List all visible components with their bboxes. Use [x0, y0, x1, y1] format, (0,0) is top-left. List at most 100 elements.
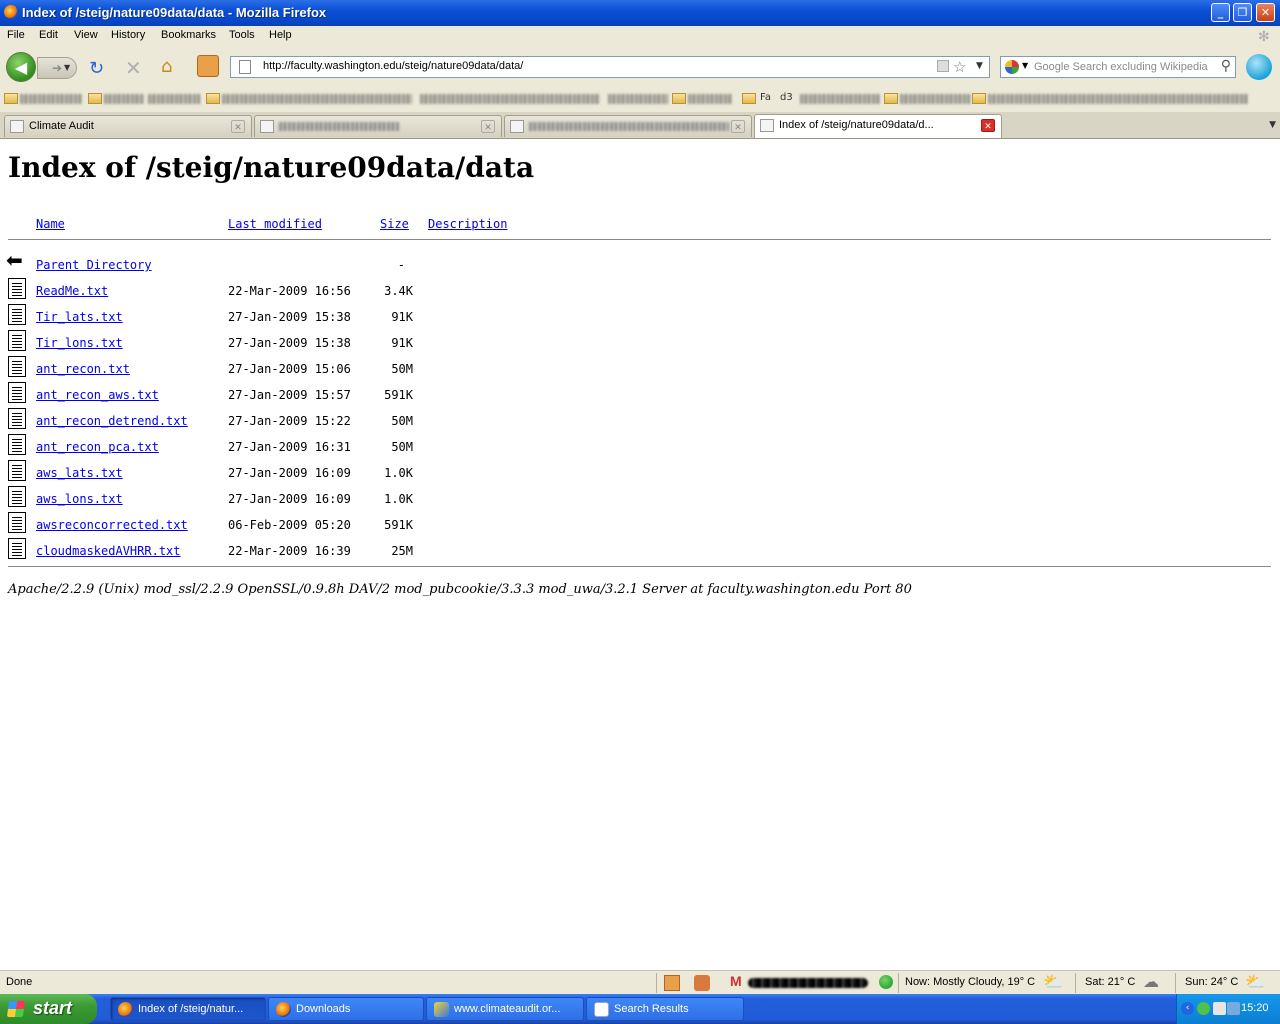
tab-climate-audit[interactable]: Climate Audit ✕ — [4, 115, 252, 137]
file-link[interactable]: ant_recon.txt — [36, 362, 130, 376]
sort-by-name-link[interactable]: Name — [36, 217, 65, 231]
feed-icon[interactable] — [937, 60, 949, 72]
menu-tools[interactable]: Tools — [229, 29, 255, 41]
taskbar-item-firefox-index[interactable]: Index of /steig/natur... — [110, 997, 266, 1021]
file-size: 1.0K — [384, 466, 413, 480]
file-link[interactable]: cloudmaskedAVHRR.txt — [36, 544, 181, 558]
bookmark-item[interactable] — [900, 94, 970, 104]
weather-saturday[interactable]: Sat: 21° C — [1085, 976, 1135, 988]
sort-by-description-link[interactable]: Description — [428, 217, 507, 231]
search-bar[interactable]: ▼ Google Search excluding Wikipedia ⚲ — [1000, 56, 1236, 78]
file-link[interactable]: ReadMe.txt — [36, 284, 108, 298]
tab-list-dropdown-icon[interactable]: ▼ — [1269, 120, 1276, 130]
history-dropdown-icon[interactable]: ▼ — [64, 58, 70, 78]
minimize-button[interactable]: _ — [1211, 3, 1230, 22]
file-link[interactable]: aws_lons.txt — [36, 492, 123, 506]
maximize-button[interactable]: ❐ — [1233, 3, 1252, 22]
bookmark-item[interactable] — [608, 94, 668, 104]
gmail-icon[interactable]: M — [730, 973, 746, 989]
tab-close-icon[interactable]: ✕ — [981, 119, 995, 132]
taskbar-item-search-results[interactable]: Search Results — [586, 997, 744, 1021]
google-engine-icon[interactable] — [1005, 60, 1019, 74]
bookmark-item[interactable] — [148, 94, 200, 104]
menu-history[interactable]: History — [111, 29, 145, 41]
bookmark-star-icon[interactable]: ☆ — [953, 58, 966, 76]
window-title-bar[interactable]: Index of /steig/nature09data/data - Mozi… — [0, 0, 1280, 26]
tab-close-icon[interactable]: ✕ — [481, 120, 495, 133]
addon-status-icon[interactable] — [694, 975, 710, 991]
bookmark-item[interactable] — [988, 94, 1248, 104]
bookmark-folder-icon[interactable] — [742, 93, 756, 104]
forward-button[interactable]: ➔ ▼ — [37, 57, 77, 79]
volume-icon[interactable] — [1227, 1002, 1240, 1015]
file-size: 91K — [391, 336, 413, 350]
file-link[interactable]: aws_lats.txt — [36, 466, 123, 480]
sort-by-size-link[interactable]: Size — [380, 217, 409, 231]
forward-arrow-icon: ➔ — [52, 61, 63, 75]
url-text[interactable]: http://faculty.washington.edu/steig/natu… — [263, 60, 523, 72]
reload-icon[interactable]: ↻ — [89, 58, 104, 79]
bookmark-item[interactable] — [688, 94, 732, 104]
file-link[interactable]: awsreconcorrected.txt — [36, 518, 188, 532]
menu-view[interactable]: View — [74, 29, 98, 41]
status-separator — [656, 973, 657, 993]
skype-icon[interactable] — [1246, 54, 1272, 80]
url-dropdown-icon[interactable]: ▼ — [976, 61, 983, 71]
network-icon[interactable] — [1213, 1002, 1226, 1015]
notes-icon[interactable] — [664, 975, 680, 991]
bookmark-item[interactable] — [20, 94, 82, 104]
bookmark-item[interactable] — [104, 94, 144, 104]
file-row: aws_lons.txt 27-Jan-2009 16:09 1.0K — [0, 486, 600, 518]
messenger-icon[interactable] — [1197, 1002, 1210, 1015]
bookmark-label-d3[interactable]: d3 — [780, 92, 793, 103]
addon-toolbar-icon[interactable] — [197, 55, 219, 77]
tray-arrow-icon[interactable]: ‹ — [1181, 1002, 1194, 1015]
tab-close-icon[interactable]: ✕ — [231, 120, 245, 133]
weather-now[interactable]: Now: Mostly Cloudy, 19° C — [905, 976, 1035, 988]
menu-help[interactable]: Help — [269, 29, 292, 41]
stop-icon[interactable]: ✕ — [125, 56, 142, 80]
bookmark-item[interactable] — [800, 94, 880, 104]
tab-index-of-data[interactable]: Index of /steig/nature09data/d... ✕ — [754, 114, 1002, 138]
file-modified: 27-Jan-2009 16:09 — [228, 492, 351, 506]
bookmark-folder-icon[interactable] — [672, 93, 686, 104]
bookmark-item[interactable] — [222, 94, 412, 104]
file-link[interactable]: ant_recon_pca.txt — [36, 440, 159, 454]
task-label: www.climateaudit.or... — [454, 1003, 561, 1015]
file-link[interactable]: Tir_lats.txt — [36, 310, 123, 324]
bookmark-item[interactable] — [420, 94, 600, 104]
parent-directory-link[interactable]: Parent Directory — [36, 258, 152, 272]
bookmark-folder-icon[interactable] — [884, 93, 898, 104]
status-ok-icon[interactable] — [879, 975, 893, 989]
window-icon — [434, 1002, 449, 1017]
taskbar-item-downloads[interactable]: Downloads — [268, 997, 424, 1021]
menu-edit[interactable]: Edit — [39, 29, 58, 41]
weather-sunday[interactable]: Sun: 24° C — [1185, 976, 1238, 988]
bookmark-folder-icon[interactable] — [206, 93, 220, 104]
file-link[interactable]: ant_recon_detrend.txt — [36, 414, 188, 428]
taskbar-item-climateaudit[interactable]: www.climateaudit.or... — [426, 997, 584, 1021]
back-button[interactable]: ◀ — [6, 52, 36, 82]
address-bar[interactable]: http://faculty.washington.edu/steig/natu… — [230, 56, 990, 78]
close-button[interactable]: ✕ — [1256, 3, 1275, 22]
firefox-icon — [276, 1002, 291, 1017]
bookmark-folder-icon[interactable] — [972, 93, 986, 104]
file-link[interactable]: Tir_lons.txt — [36, 336, 123, 350]
bookmark-label-fa[interactable]: Fa — [760, 92, 771, 103]
start-button[interactable]: start — [0, 994, 97, 1024]
file-link[interactable]: ant_recon_aws.txt — [36, 388, 159, 402]
sort-by-last-modified-link[interactable]: Last modified — [228, 217, 322, 231]
file-row: ant_recon_pca.txt 27-Jan-2009 16:31 50M — [0, 434, 600, 466]
bookmark-folder-icon[interactable] — [88, 93, 102, 104]
server-signature: Apache/2.2.9 (Unix) mod_ssl/2.2.9 OpenSS… — [8, 582, 912, 597]
tab-obscured-2[interactable]: ✕ — [504, 115, 752, 137]
home-icon[interactable]: ⌂ — [161, 56, 172, 77]
menu-bookmarks[interactable]: Bookmarks — [161, 29, 216, 41]
search-icon[interactable]: ⚲ — [1221, 58, 1231, 74]
tab-close-icon[interactable]: ✕ — [731, 120, 745, 133]
tab-obscured-1[interactable]: ✕ — [254, 115, 502, 137]
engine-dropdown-icon[interactable]: ▼ — [1022, 61, 1028, 70]
bookmark-folder-icon[interactable] — [4, 93, 18, 104]
menu-file[interactable]: File — [7, 29, 25, 41]
search-input[interactable]: Google Search excluding Wikipedia — [1034, 61, 1208, 73]
